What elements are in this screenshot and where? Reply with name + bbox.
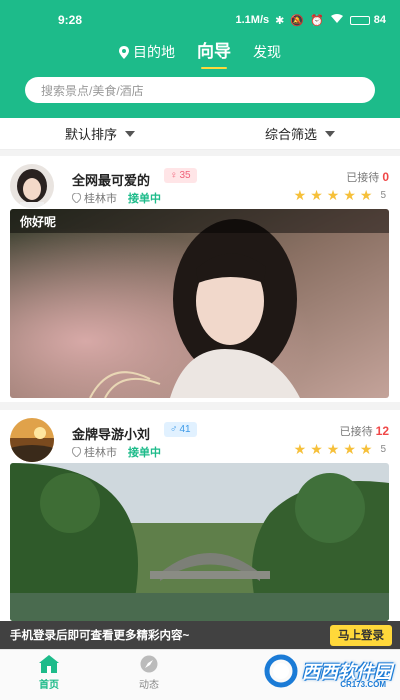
watermark-domain: CR173.COM bbox=[340, 680, 386, 689]
top-tabs: 目的地 向导 发现 bbox=[0, 37, 400, 69]
served-count: 已接待 0 bbox=[346, 169, 389, 185]
home-icon bbox=[39, 655, 59, 673]
star-icon: ★ bbox=[326, 187, 340, 203]
gender-age-badge: ♀ 35 bbox=[164, 168, 197, 183]
gender-age-badge: ♂ 41 bbox=[164, 422, 197, 437]
female-icon: ♀ bbox=[170, 170, 178, 181]
caret-down-icon bbox=[325, 130, 335, 137]
star-icon: ★ bbox=[343, 441, 356, 457]
sort-label: 默认排序 bbox=[64, 127, 117, 142]
location-label: 桂林市 bbox=[84, 193, 117, 205]
login-prompt-text: 手机登录后即可查看更多精彩内容~ bbox=[10, 630, 190, 642]
filter-label: 综合筛选 bbox=[264, 127, 317, 142]
age-value: 35 bbox=[179, 170, 191, 181]
guide-location: 桂林市 bbox=[72, 444, 117, 460]
caret-down-icon bbox=[125, 130, 135, 137]
guide-name: 金牌导游小刘 bbox=[72, 427, 151, 442]
battery-icon bbox=[349, 15, 370, 25]
rating-stars: ★ ★ ★ ★ ★ 5 bbox=[294, 442, 386, 456]
status-badge: 接单中 bbox=[128, 447, 161, 459]
guide-card[interactable]: 金牌导游小刘 ♂ 41 桂林市 接单中 已接待 12 ★ ★ ★ ★ ★ 5 bbox=[0, 410, 400, 621]
served-value: 0 bbox=[382, 170, 389, 184]
star-icon: ★ bbox=[326, 441, 340, 457]
location-pin-icon bbox=[72, 193, 81, 203]
guide-location: 桂林市 bbox=[72, 190, 117, 206]
bottom-nav: 首页 动态 西西软件园 CR173.COM bbox=[0, 649, 400, 700]
search-placeholder: 搜索景点/美食/酒店 bbox=[41, 83, 144, 98]
tab-destination-label: 目的地 bbox=[133, 44, 175, 60]
mute-icon: 🔕 bbox=[290, 14, 305, 27]
nav-home[interactable]: 首页 bbox=[19, 654, 79, 691]
guide-name: 全网最可爱的 bbox=[72, 173, 151, 188]
sort-dropdown[interactable]: 默认排序 bbox=[0, 118, 200, 149]
login-button[interactable]: 马上登录 bbox=[330, 624, 392, 646]
alarm-icon: ⏰ bbox=[310, 14, 324, 27]
star-icon: ★ bbox=[293, 441, 307, 457]
status-bar: 9:28 1.1M/s ✱ 🔕 ⏰ 84 bbox=[0, 0, 400, 40]
battery-percent: 84 bbox=[373, 14, 386, 26]
battery-indicator: 84 bbox=[349, 14, 386, 26]
star-icon: ★ bbox=[343, 187, 356, 203]
guide-card[interactable]: 全网最可爱的 ♀ 35 桂林市 接单中 已接待 0 ★ ★ ★ ★ ★ 5 你好… bbox=[0, 156, 400, 402]
status-badge: 接单中 bbox=[128, 193, 161, 205]
served-value: 12 bbox=[375, 424, 389, 438]
rating-value: 5 bbox=[380, 443, 386, 455]
star-icon: ★ bbox=[310, 187, 323, 203]
guide-photo[interactable] bbox=[10, 463, 389, 621]
filter-bar: 默认排序 综合筛选 bbox=[0, 118, 400, 150]
guide-card-header: 全网最可爱的 ♀ 35 桂林市 接单中 已接待 0 ★ ★ ★ ★ ★ 5 bbox=[0, 156, 400, 208]
compass-icon bbox=[140, 655, 158, 673]
bluetooth-icon: ✱ bbox=[275, 14, 285, 27]
location-label: 桂林市 bbox=[84, 447, 117, 459]
rating-stars: ★ ★ ★ ★ ★ 5 bbox=[294, 188, 386, 202]
guide-photo-image bbox=[10, 209, 389, 398]
tab-discover[interactable]: 发现 bbox=[253, 42, 281, 64]
network-speed: 1.1M/s bbox=[235, 14, 270, 26]
age-value: 41 bbox=[179, 424, 191, 435]
served-count: 已接待 12 bbox=[340, 423, 389, 439]
nav-feed[interactable]: 动态 bbox=[119, 654, 179, 691]
location-pin-icon bbox=[119, 45, 129, 59]
tab-destination[interactable]: 目的地 bbox=[119, 42, 175, 64]
status-time: 9:28 bbox=[58, 13, 83, 27]
served-label: 已接待 bbox=[339, 426, 373, 438]
served-label: 已接待 bbox=[346, 172, 380, 184]
avatar[interactable] bbox=[10, 418, 54, 462]
tab-discover-label: 发现 bbox=[253, 44, 281, 60]
avatar[interactable] bbox=[10, 164, 54, 208]
search-input[interactable]: 搜索景点/美食/酒店 bbox=[25, 77, 375, 103]
guide-photo-image bbox=[10, 463, 389, 621]
login-prompt-banner: 手机登录后即可查看更多精彩内容~ 马上登录 bbox=[0, 621, 400, 649]
tab-guide-label: 向导 bbox=[197, 42, 231, 61]
nav-feed-label: 动态 bbox=[139, 680, 159, 691]
tab-guide[interactable]: 向导 bbox=[197, 37, 231, 69]
star-icon: ★ bbox=[310, 441, 323, 457]
star-icon: ★ bbox=[359, 441, 373, 457]
photo-caption: 你好呢 bbox=[10, 209, 389, 233]
star-icon: ★ bbox=[293, 187, 307, 203]
app-header: 9:28 1.1M/s ✱ 🔕 ⏰ 84 目的地 向导 发现 搜索景点/美食/酒… bbox=[0, 0, 400, 118]
star-icon: ★ bbox=[359, 187, 373, 203]
watermark-icon bbox=[264, 654, 298, 688]
status-indicators: 1.1M/s ✱ 🔕 ⏰ 84 bbox=[235, 13, 386, 27]
guide-photo[interactable]: 你好呢 bbox=[10, 209, 389, 398]
location-pin-icon bbox=[72, 447, 81, 457]
rating-value: 5 bbox=[380, 189, 386, 201]
wifi-icon bbox=[330, 13, 344, 27]
guide-card-header: 金牌导游小刘 ♂ 41 桂林市 接单中 已接待 12 ★ ★ ★ ★ ★ 5 bbox=[0, 410, 400, 462]
filter-dropdown[interactable]: 综合筛选 bbox=[200, 118, 400, 149]
nav-home-label: 首页 bbox=[39, 680, 59, 691]
male-icon: ♂ bbox=[170, 424, 178, 435]
